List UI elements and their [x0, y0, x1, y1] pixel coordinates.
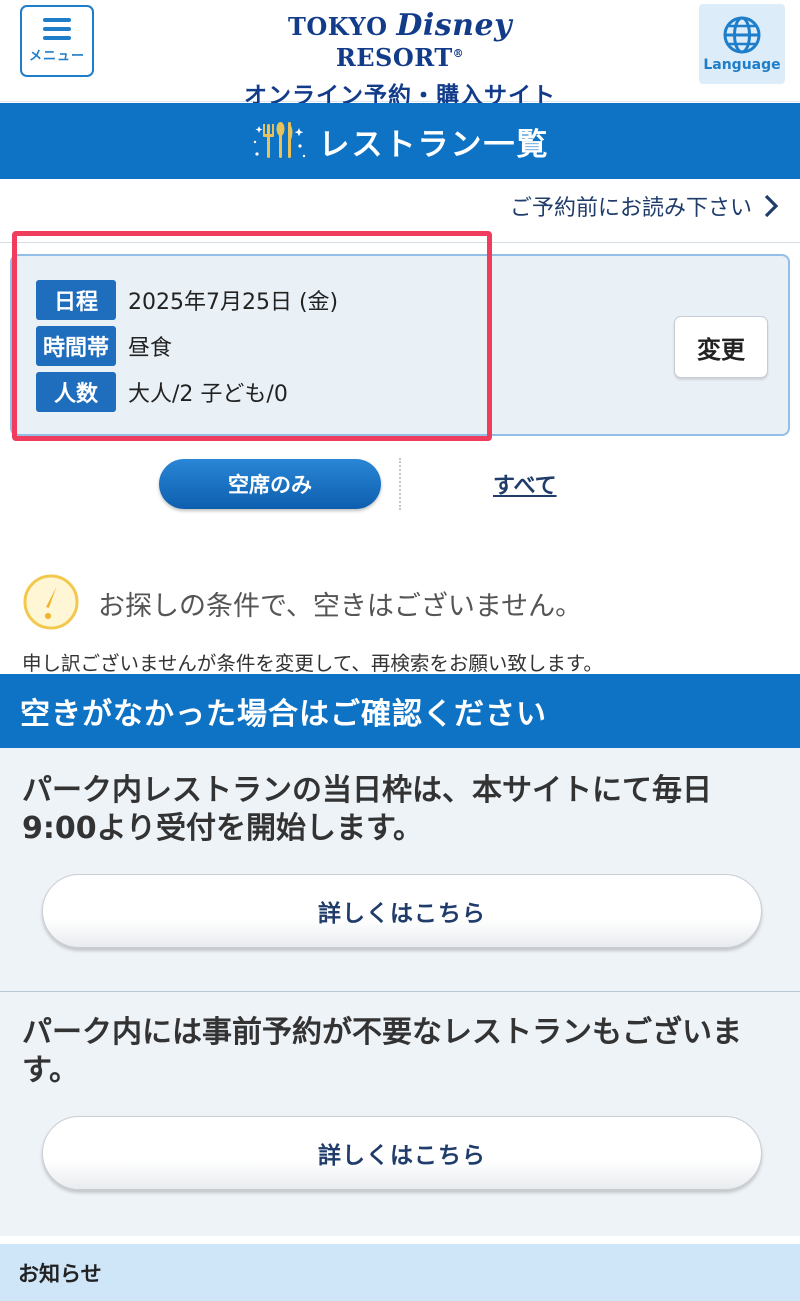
- globe-icon: [723, 16, 761, 54]
- pre-booking-notice-link[interactable]: ご予約前にお読み下さい: [510, 190, 778, 222]
- condition-value: 昼食: [128, 336, 173, 361]
- language-button[interactable]: Language: [699, 4, 785, 84]
- condition-row-date: 日程 2025年7月25日 (金): [36, 280, 338, 320]
- logo-text-tokyo: TOKYO: [287, 12, 388, 41]
- details-button-no-reservation[interactable]: 詳しくはこちら: [42, 1116, 762, 1190]
- info-section-header: 空きがなかった場合はご確認ください: [0, 674, 800, 748]
- divider: [0, 242, 800, 243]
- logo-wordmark: TOKYO Disney RESORT®: [240, 8, 560, 72]
- site-logo[interactable]: TOKYO Disney RESORT® オンライン予約・購入サイト: [240, 8, 560, 110]
- condition-value: 大人/2 子ども/0: [128, 382, 288, 407]
- exclamation-icon: [23, 574, 79, 630]
- pre-booking-notice-text: ご予約前にお読み下さい: [509, 196, 752, 221]
- menu-label: メニュー: [28, 49, 85, 64]
- news-title: お知らせ: [18, 1261, 102, 1286]
- no-availability-message: お探しの条件で、空きはございません。: [98, 591, 583, 622]
- page-title: レストラン一覧: [318, 126, 550, 163]
- details-button-same-day[interactable]: 詳しくはこちら: [42, 874, 762, 948]
- chevron-right-icon: [764, 194, 778, 218]
- menu-button[interactable]: メニュー: [20, 5, 94, 77]
- info-section-title: 空きがなかった場合はご確認ください: [20, 697, 547, 732]
- info-text-no-reservation: パーク内には事前予約が不要なレストランもございます。: [22, 1015, 742, 1088]
- search-conditions-panel: 日程 2025年7月25日 (金) 時間帯 昼食 人数 大人/2 子ども/0 変…: [10, 254, 790, 436]
- page-title-bar: レストラン一覧: [0, 103, 800, 179]
- filter-all-link[interactable]: すべて: [493, 468, 557, 500]
- filter-divider: [399, 458, 401, 510]
- news-section-header: お知らせ: [0, 1244, 800, 1301]
- hamburger-icon: [43, 18, 71, 40]
- divider: [0, 991, 800, 992]
- language-label: Language: [703, 57, 781, 73]
- change-conditions-button[interactable]: 変更: [674, 316, 768, 378]
- info-text-same-day: パーク内レストランの当日枠は、本サイトにて毎日9:00より受付を開始します。: [22, 773, 712, 846]
- site-header: メニュー TOKYO Disney RESORT® オンライン予約・購入サイト …: [0, 0, 800, 109]
- condition-label: 日程: [36, 280, 116, 320]
- condition-label: 人数: [36, 372, 116, 412]
- condition-row-time: 時間帯 昼食: [36, 326, 172, 366]
- condition-value: 2025年7月25日 (金): [128, 290, 339, 315]
- cutlery-icon: [253, 122, 305, 158]
- filter-available-only-button[interactable]: 空席のみ: [159, 459, 381, 509]
- condition-label: 時間帯: [36, 326, 116, 366]
- condition-row-party: 人数 大人/2 子ども/0: [36, 372, 288, 412]
- logo-text-resort: RESORT: [335, 43, 453, 72]
- logo-registered-mark: ®: [452, 47, 465, 60]
- logo-text-disney: Disney: [396, 8, 513, 43]
- no-availability-subtext: 申し訳ございませんが条件を変更して、再検索をお願い致します。: [22, 652, 603, 675]
